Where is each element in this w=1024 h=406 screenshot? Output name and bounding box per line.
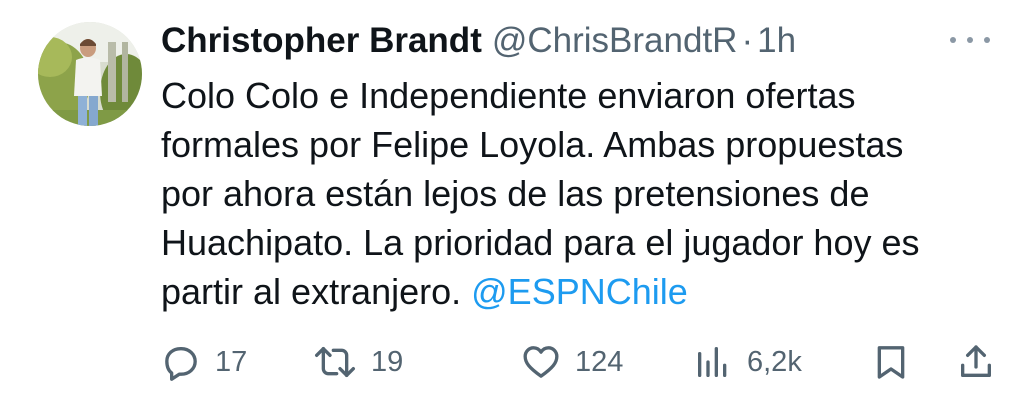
like-count: 124 (575, 345, 624, 378)
reply-count: 17 (215, 345, 248, 378)
tweet-line-last: partir al extranjero. @ESPNChile (161, 267, 1001, 316)
avatar[interactable] (38, 22, 142, 126)
reply-button[interactable]: 17 (161, 340, 247, 384)
tweet-line: Colo Colo e Independiente enviaron ofert… (161, 75, 856, 116)
tweet-line: Huachipato. La prioridad para el jugador… (161, 222, 920, 263)
retweet-button[interactable]: 19 (313, 340, 403, 384)
action-bar: 17 19 124 6,2k (161, 340, 1001, 384)
like-button[interactable]: 124 (521, 340, 623, 384)
heart-icon (521, 342, 561, 382)
share-icon (956, 342, 996, 382)
user-handle[interactable]: @ChrisBrandtR (492, 16, 738, 66)
tweet[interactable]: Christopher Brandt @ChrisBrandtR · 1h Co… (0, 0, 1024, 406)
bookmark-button[interactable] (871, 340, 911, 384)
timestamp[interactable]: 1h (757, 16, 796, 66)
views-icon (693, 342, 733, 382)
tweet-text: Colo Colo e Independiente enviaron ofert… (161, 71, 1001, 316)
tweet-line: por ahora están lejos de las pretensione… (161, 173, 870, 214)
display-name[interactable]: Christopher Brandt (161, 16, 482, 66)
more-dot (967, 37, 973, 43)
views-button[interactable]: 6,2k (693, 340, 802, 384)
separator-dot: · (741, 21, 754, 60)
tweet-header: Christopher Brandt @ChrisBrandtR · 1h (161, 16, 796, 66)
more-dot (950, 37, 956, 43)
more-icon[interactable] (950, 28, 990, 52)
retweet-icon (313, 342, 357, 382)
mention-link[interactable]: @ESPNChile (471, 271, 688, 312)
bookmark-icon (871, 342, 911, 382)
retweet-count: 19 (371, 345, 404, 378)
reply-icon (161, 342, 201, 382)
more-dot (984, 37, 990, 43)
tweet-line-text: partir al extranjero. (161, 271, 472, 312)
avatar-image (38, 22, 142, 126)
share-button[interactable] (956, 340, 996, 384)
views-count: 6,2k (747, 345, 802, 378)
tweet-line: formales por Felipe Loyola. Ambas propue… (161, 124, 904, 165)
